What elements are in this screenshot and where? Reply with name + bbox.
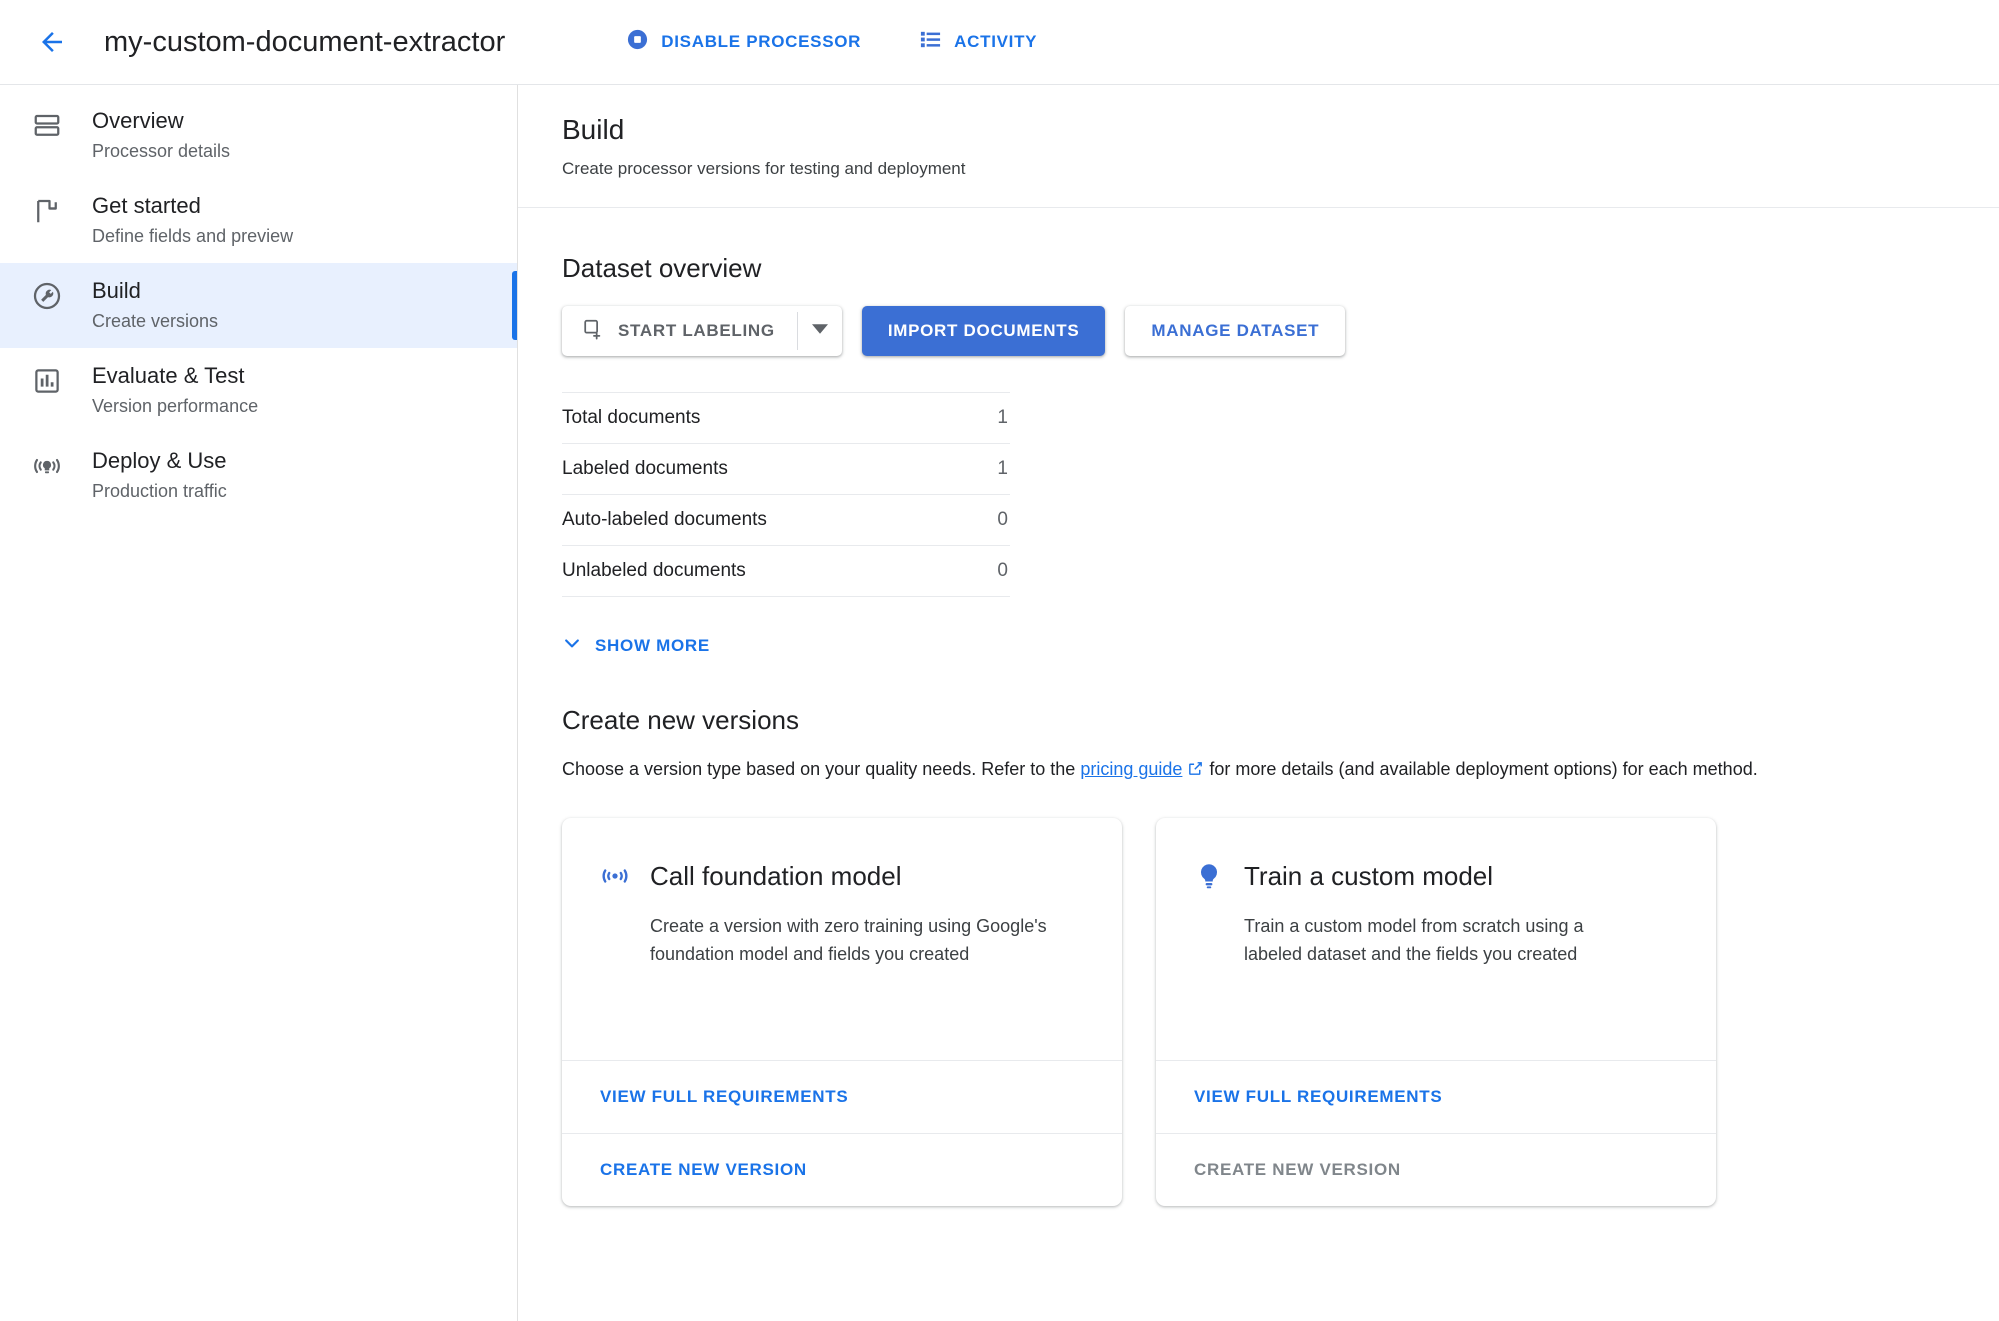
card-title: Train a custom model xyxy=(1244,860,1493,892)
show-more-label: SHOW MORE xyxy=(595,636,710,656)
sidebar-item-label: Evaluate & Test xyxy=(92,362,258,390)
broadcast-icon xyxy=(30,449,64,483)
card-description: Create a version with zero training usin… xyxy=(650,912,1050,968)
arrow-back-icon xyxy=(37,27,67,57)
build-heading: Build xyxy=(562,111,1959,149)
stop-circle-icon xyxy=(626,28,649,56)
main-content: Build Create processor versions for test… xyxy=(518,85,1999,1321)
sidebar-item-label: Build xyxy=(92,277,218,305)
description-text-before: Choose a version type based on your qual… xyxy=(562,759,1080,779)
manage-dataset-label: MANAGE DATASET xyxy=(1151,321,1319,341)
card-body: Call foundation model Create a version w… xyxy=(562,818,1122,1060)
sidebar-item-label: Overview xyxy=(92,107,230,135)
view-full-requirements-button[interactable]: VIEW FULL REQUIREMENTS xyxy=(562,1060,1122,1133)
app-bar: my-custom-document-extractor DISABLE PRO… xyxy=(0,0,1999,84)
content-area: Dataset overview START LABELING xyxy=(518,208,1999,1206)
card-description: Train a custom model from scratch using … xyxy=(1244,912,1644,968)
bar-chart-icon xyxy=(30,364,64,398)
start-labeling-button[interactable]: START LABELING xyxy=(562,306,797,356)
stat-label: Total documents xyxy=(562,393,984,444)
app-shell: Overview Processor details Get started D… xyxy=(0,84,1999,1321)
sidebar-item-get-started[interactable]: Get started Define fields and preview xyxy=(0,178,517,263)
layers-overview-icon xyxy=(30,109,64,143)
sidebar-item-label: Deploy & Use xyxy=(92,447,227,475)
disable-processor-label: DISABLE PROCESSOR xyxy=(661,32,861,52)
sidebar-item-deploy-and-use[interactable]: Deploy & Use Production traffic xyxy=(0,433,517,518)
sidebar-item-sublabel: Create versions xyxy=(92,308,218,334)
dataset-overview-heading: Dataset overview xyxy=(562,252,1955,284)
stat-label: Unlabeled documents xyxy=(562,546,984,597)
list-activity-icon xyxy=(919,28,942,56)
manage-dataset-button[interactable]: MANAGE DATASET xyxy=(1125,306,1345,356)
card-body: Train a custom model Train a custom mode… xyxy=(1156,818,1716,1060)
stat-label: Labeled documents xyxy=(562,444,984,495)
back-button[interactable] xyxy=(28,18,76,66)
broadcast-icon xyxy=(600,861,630,891)
sidebar: Overview Processor details Get started D… xyxy=(0,85,518,1321)
sidebar-item-sublabel: Define fields and preview xyxy=(92,223,293,249)
wrench-circle-icon xyxy=(30,279,64,313)
chevron-down-icon xyxy=(562,633,582,658)
create-new-version-button[interactable]: CREATE NEW VERSION xyxy=(562,1133,1122,1206)
card-header: Call foundation model xyxy=(600,860,1084,892)
open-in-new-icon[interactable] xyxy=(1187,758,1204,784)
sidebar-item-sublabel: Version performance xyxy=(92,393,258,419)
start-labeling-label: START LABELING xyxy=(618,321,775,341)
view-full-requirements-button[interactable]: VIEW FULL REQUIREMENTS xyxy=(1156,1060,1716,1133)
build-subheading: Create processor versions for testing an… xyxy=(562,157,1959,181)
sidebar-item-overview[interactable]: Overview Processor details xyxy=(0,93,517,178)
caret-down-icon xyxy=(812,321,828,342)
lightbulb-icon xyxy=(1194,861,1224,891)
flag-icon xyxy=(30,194,64,228)
import-documents-label: IMPORT DOCUMENTS xyxy=(888,321,1080,341)
start-labeling-split-button[interactable]: START LABELING xyxy=(562,306,842,356)
pricing-guide-link[interactable]: pricing guide xyxy=(1080,759,1182,779)
add-box-icon xyxy=(582,318,604,345)
sidebar-item-sublabel: Production traffic xyxy=(92,478,227,504)
stat-value: 1 xyxy=(984,393,1010,444)
stat-value: 0 xyxy=(984,495,1010,546)
stat-value: 1 xyxy=(984,444,1010,495)
activity-button[interactable]: ACTIVITY xyxy=(905,18,1051,66)
sidebar-item-label: Get started xyxy=(92,192,293,220)
sidebar-item-build[interactable]: Build Create versions xyxy=(0,263,517,348)
card-call-foundation-model: Call foundation model Create a version w… xyxy=(562,818,1122,1206)
card-header: Train a custom model xyxy=(1194,860,1678,892)
create-new-versions-heading: Create new versions xyxy=(562,704,1955,736)
import-documents-button[interactable]: IMPORT DOCUMENTS xyxy=(862,306,1106,356)
dataset-stats-table: Total documents 1 Labeled documents 1 Au… xyxy=(562,392,1010,597)
version-type-cards: Call foundation model Create a version w… xyxy=(562,818,1955,1206)
card-title: Call foundation model xyxy=(650,860,902,892)
table-row: Unlabeled documents 0 xyxy=(562,546,1010,597)
activity-label: ACTIVITY xyxy=(954,32,1037,52)
sidebar-item-evaluate-and-test[interactable]: Evaluate & Test Version performance xyxy=(0,348,517,433)
description-text-after: for more details (and available deployme… xyxy=(1204,759,1757,779)
page-title: my-custom-document-extractor xyxy=(104,26,505,59)
show-more-button[interactable]: SHOW MORE xyxy=(562,633,710,658)
create-new-version-button: CREATE NEW VERSION xyxy=(1156,1133,1716,1206)
page-header: Build Create processor versions for test… xyxy=(518,85,1999,208)
table-row: Total documents 1 xyxy=(562,393,1010,444)
disable-processor-button[interactable]: DISABLE PROCESSOR xyxy=(612,18,875,66)
card-train-custom-model: Train a custom model Train a custom mode… xyxy=(1156,818,1716,1206)
create-new-versions-description: Choose a version type based on your qual… xyxy=(562,756,1955,784)
start-labeling-dropdown-button[interactable] xyxy=(798,306,842,356)
app-bar-actions: DISABLE PROCESSOR ACTIVITY xyxy=(612,18,1051,66)
table-row: Labeled documents 1 xyxy=(562,444,1010,495)
dataset-action-row: START LABELING IMPORT DOCUMENTS MANAGE D… xyxy=(562,306,1955,356)
sidebar-item-sublabel: Processor details xyxy=(92,138,230,164)
stat-label: Auto-labeled documents xyxy=(562,495,984,546)
table-row: Auto-labeled documents 0 xyxy=(562,495,1010,546)
stat-value: 0 xyxy=(984,546,1010,597)
